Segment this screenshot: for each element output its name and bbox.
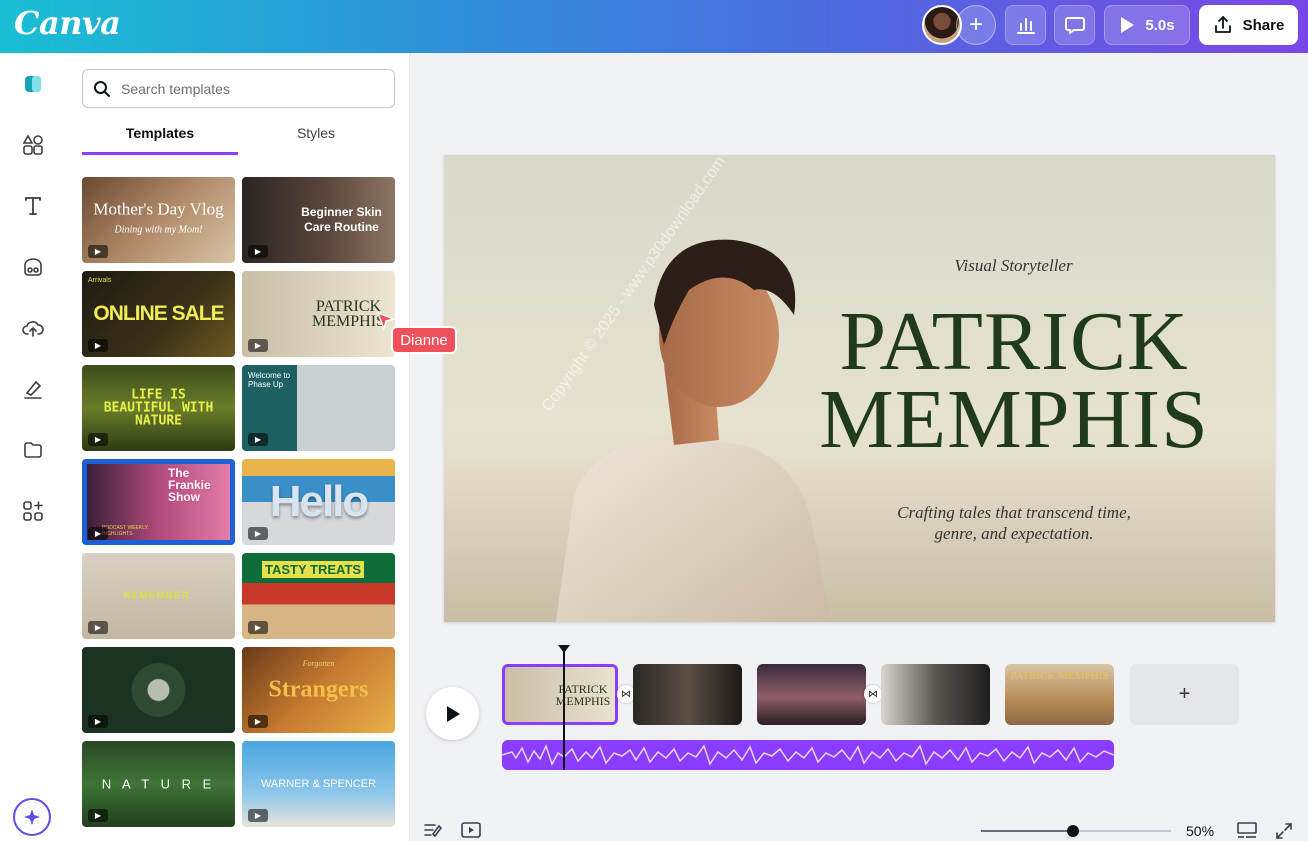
video-badge-icon: ▶: [88, 809, 108, 822]
video-badge-icon: ▶: [248, 527, 268, 540]
rail-brand[interactable]: [15, 249, 51, 285]
rail-text[interactable]: [15, 188, 51, 224]
rail-apps[interactable]: [15, 493, 51, 529]
search-input[interactable]: [121, 80, 381, 97]
video-badge-icon: ▶: [248, 433, 268, 446]
canva-logo[interactable]: Canva: [14, 4, 121, 42]
timeline-clip[interactable]: [757, 664, 866, 725]
share-icon: [1214, 16, 1231, 33]
zoom-slider-fill: [981, 830, 1073, 832]
video-badge-icon: ▶: [88, 245, 108, 258]
bar-chart-icon: [1016, 18, 1035, 34]
fullscreen-icon: [1276, 823, 1292, 839]
video-badge-icon: ▶: [248, 245, 268, 258]
audio-track[interactable]: [502, 740, 1114, 770]
present-button[interactable]: [461, 822, 481, 841]
zoom-slider-handle[interactable]: [1067, 825, 1079, 837]
slide-kicker[interactable]: Visual Storyteller: [931, 256, 1096, 276]
slide-canvas[interactable]: Copyright © 2025 - www.p30download.com V…: [444, 155, 1275, 622]
template-card[interactable]: WARNER & SPENCER ▶: [242, 741, 395, 827]
design-icon: [25, 76, 41, 92]
comment-icon: [1064, 17, 1085, 34]
timeline-clip[interactable]: [881, 664, 990, 725]
share-label: Share: [1242, 16, 1285, 34]
video-badge-icon: ▶: [248, 339, 268, 352]
template-card[interactable]: Mother's Day Vlog Dining with my Mom! ▶: [82, 177, 235, 263]
share-button[interactable]: Share: [1199, 5, 1298, 45]
video-badge-icon: ▶: [248, 715, 268, 728]
template-card[interactable]: PATRICK MEMPHIS ▶: [242, 271, 395, 357]
playhead[interactable]: [563, 652, 565, 770]
template-card[interactable]: Forgotten Strangers ▶: [242, 647, 395, 733]
template-card[interactable]: REMEMBER. ▶: [82, 553, 235, 639]
template-card[interactable]: TASTY TREATS ▶: [242, 553, 395, 639]
play-icon: [1121, 17, 1135, 33]
video-badge-icon: ▶: [248, 621, 268, 634]
video-badge-icon: ▶: [88, 433, 108, 446]
search-box[interactable]: [82, 69, 395, 108]
video-badge-icon: ▶: [248, 809, 268, 822]
rail-elements[interactable]: [15, 127, 51, 163]
top-bar: Canva + 5.0s Share: [0, 0, 1308, 53]
add-clip-button[interactable]: +: [1130, 664, 1239, 725]
rail-draw[interactable]: [15, 371, 51, 407]
template-card[interactable]: Welcome to Phase Up ▶: [242, 365, 395, 451]
fullscreen-button[interactable]: [1275, 822, 1293, 841]
play-preview-button[interactable]: 5.0s: [1104, 5, 1190, 45]
templates-panel: Templates Styles Mother's Day VlogDining…: [66, 53, 410, 841]
template-card[interactable]: Hello ▶: [242, 459, 395, 545]
draw-icon: [24, 380, 42, 399]
add-collaborator-button[interactable]: +: [956, 5, 996, 45]
template-card[interactable]: Arrivals ONLINE SALE ▶: [82, 271, 235, 357]
comments-button[interactable]: [1054, 5, 1095, 45]
uploads-icon: [22, 321, 44, 337]
magic-assistant-button[interactable]: [13, 798, 51, 836]
text-icon: [25, 197, 41, 215]
rail-uploads[interactable]: [15, 310, 51, 346]
tab-templates[interactable]: Templates: [82, 125, 238, 155]
video-badge-icon: ▶: [88, 339, 108, 352]
portrait-image: [555, 239, 832, 622]
template-card[interactable]: N A T U R E ▶: [82, 741, 235, 827]
notes-button[interactable]: [423, 821, 443, 841]
waveform-icon: [502, 743, 1114, 766]
slide-title[interactable]: PATRICK MEMPHIS: [804, 300, 1224, 462]
brand-icon: [24, 258, 42, 276]
template-card[interactable]: Beginner Skin Care Routine ▶: [242, 177, 395, 263]
timeline-clip[interactable]: [633, 664, 742, 725]
play-duration: 5.0s: [1145, 16, 1175, 34]
grid-view-icon: [1237, 822, 1257, 838]
timeline-clip[interactable]: PATRICK MEMPHIS: [1005, 664, 1114, 725]
video-icon: [461, 822, 481, 838]
sparkle-icon: [24, 809, 40, 825]
collaborator-label: Dianne: [391, 326, 457, 354]
tab-styles[interactable]: Styles: [238, 125, 394, 155]
search-icon: [94, 80, 110, 97]
timeline-clip[interactable]: PATRICK MEMPHIS: [502, 664, 618, 725]
side-rail: [0, 53, 66, 841]
apps-icon: [23, 501, 43, 521]
rail-design[interactable]: [15, 66, 51, 102]
video-badge-icon: ▶: [88, 621, 108, 634]
video-badge-icon: ▶: [88, 527, 108, 540]
zoom-level[interactable]: 50%: [1186, 823, 1214, 839]
timeline-play-button[interactable]: [426, 687, 479, 740]
grid-view-button[interactable]: [1237, 822, 1257, 841]
folder-icon: [24, 442, 42, 458]
rail-projects[interactable]: [15, 432, 51, 468]
notes-icon: [424, 824, 443, 838]
template-card[interactable]: LIFE IS BEAUTIFUL WITH NATURE ▶: [82, 365, 235, 451]
template-card[interactable]: The Frankie Show PODCAST WEEKLY HIGHLIGH…: [82, 459, 235, 545]
transition-icon[interactable]: ⋈: [864, 685, 882, 703]
template-card[interactable]: ▶: [82, 647, 235, 733]
video-badge-icon: ▶: [88, 715, 108, 728]
elements-icon: [22, 134, 43, 155]
insights-button[interactable]: [1005, 5, 1046, 45]
play-icon: [446, 705, 460, 722]
slide-tagline[interactable]: Crafting tales that transcend time, genr…: [884, 502, 1144, 544]
